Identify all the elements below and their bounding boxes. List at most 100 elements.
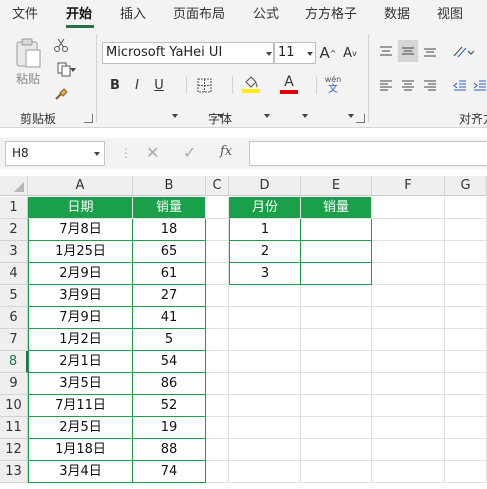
table-cell[interactable]: 3月5日 bbox=[28, 373, 133, 395]
cancel-icon[interactable]: ✕ bbox=[146, 143, 159, 162]
table-cell[interactable]: 27 bbox=[133, 285, 206, 307]
table-header-cell[interactable]: 月份 bbox=[229, 197, 301, 219]
table-cell[interactable]: 65 bbox=[133, 241, 206, 263]
empty-cell[interactable] bbox=[372, 263, 445, 285]
empty-cell[interactable] bbox=[445, 373, 487, 395]
column-header-b[interactable]: B bbox=[133, 176, 206, 196]
empty-cell[interactable] bbox=[372, 197, 445, 219]
table-cell[interactable]: 2 bbox=[229, 241, 301, 263]
empty-cell[interactable] bbox=[301, 373, 372, 395]
empty-cell[interactable] bbox=[206, 439, 229, 461]
table-cell[interactable]: 74 bbox=[133, 461, 206, 483]
table-cell[interactable] bbox=[301, 219, 372, 241]
font-launcher-icon[interactable] bbox=[356, 114, 365, 123]
empty-cell[interactable] bbox=[206, 373, 229, 395]
tab-ffgz[interactable]: 方方格子 bbox=[305, 0, 357, 30]
select-all-corner[interactable] bbox=[0, 176, 28, 196]
tab-formulas[interactable]: 公式 bbox=[253, 0, 279, 30]
row-header-11[interactable]: 11 bbox=[0, 417, 28, 439]
empty-cell[interactable] bbox=[206, 351, 229, 373]
empty-cell[interactable] bbox=[229, 395, 301, 417]
table-cell[interactable]: 1月18日 bbox=[28, 439, 133, 461]
empty-cell[interactable] bbox=[206, 219, 229, 241]
align-middle-button[interactable] bbox=[398, 40, 418, 62]
empty-cell[interactable] bbox=[445, 351, 487, 373]
decrease-indent-button[interactable] bbox=[450, 74, 470, 96]
tab-view[interactable]: 视图 bbox=[437, 0, 463, 30]
row-header-6[interactable]: 6 bbox=[0, 307, 28, 329]
empty-cell[interactable] bbox=[206, 285, 229, 307]
row-header-13[interactable]: 13 bbox=[0, 461, 28, 483]
table-cell[interactable]: 19 bbox=[133, 417, 206, 439]
empty-cell[interactable] bbox=[206, 241, 229, 263]
borders-button[interactable] bbox=[194, 74, 214, 96]
table-cell[interactable]: 18 bbox=[133, 219, 206, 241]
row-header-12[interactable]: 12 bbox=[0, 439, 28, 461]
empty-cell[interactable] bbox=[301, 307, 372, 329]
row-header-8[interactable]: 8 bbox=[0, 351, 28, 373]
copy-button[interactable] bbox=[52, 60, 76, 78]
formula-input[interactable] bbox=[249, 141, 487, 166]
phonetic-button[interactable]: wén 文 bbox=[322, 72, 344, 98]
chevron-down-icon[interactable] bbox=[264, 114, 270, 118]
row-header-4[interactable]: 4 bbox=[0, 263, 28, 285]
empty-cell[interactable] bbox=[372, 329, 445, 351]
table-header-cell[interactable]: 日期 bbox=[28, 197, 133, 219]
empty-cell[interactable] bbox=[206, 395, 229, 417]
empty-cell[interactable] bbox=[229, 439, 301, 461]
align-right-button[interactable] bbox=[420, 74, 440, 96]
tab-insert[interactable]: 插入 bbox=[120, 0, 146, 30]
empty-cell[interactable] bbox=[229, 351, 301, 373]
row-header-1[interactable]: 1 bbox=[0, 197, 28, 219]
insert-function-icon[interactable]: fx bbox=[220, 144, 232, 159]
grow-font-button[interactable]: A ^ bbox=[318, 42, 338, 64]
empty-cell[interactable] bbox=[206, 329, 229, 351]
empty-cell[interactable] bbox=[206, 197, 229, 219]
empty-cell[interactable] bbox=[206, 461, 229, 483]
table-header-cell[interactable]: 销量 bbox=[301, 197, 372, 219]
empty-cell[interactable] bbox=[445, 329, 487, 351]
empty-cell[interactable] bbox=[229, 417, 301, 439]
empty-cell[interactable] bbox=[372, 373, 445, 395]
column-header-d[interactable]: D bbox=[229, 176, 301, 196]
tab-page-layout[interactable]: 页面布局 bbox=[173, 0, 225, 30]
empty-cell[interactable] bbox=[206, 263, 229, 285]
table-cell[interactable]: 7月9日 bbox=[28, 307, 133, 329]
row-header-5[interactable]: 5 bbox=[0, 285, 28, 307]
empty-cell[interactable] bbox=[372, 285, 445, 307]
chevron-down-icon[interactable] bbox=[302, 114, 308, 118]
empty-cell[interactable] bbox=[445, 241, 487, 263]
table-cell[interactable]: 3月4日 bbox=[28, 461, 133, 483]
cut-button[interactable] bbox=[52, 36, 70, 54]
underline-button[interactable]: U bbox=[150, 74, 168, 96]
empty-cell[interactable] bbox=[301, 417, 372, 439]
table-cell[interactable]: 1月25日 bbox=[28, 241, 133, 263]
align-center-button[interactable] bbox=[398, 74, 418, 96]
table-cell[interactable]: 3月9日 bbox=[28, 285, 133, 307]
font-color-button[interactable]: A bbox=[278, 72, 300, 96]
table-cell[interactable]: 61 bbox=[133, 263, 206, 285]
tab-data[interactable]: 数据 bbox=[384, 0, 410, 30]
empty-cell[interactable] bbox=[301, 285, 372, 307]
empty-cell[interactable] bbox=[445, 285, 487, 307]
empty-cell[interactable] bbox=[445, 439, 487, 461]
orientation-button[interactable] bbox=[450, 40, 476, 62]
clipboard-launcher-icon[interactable] bbox=[84, 114, 93, 123]
empty-cell[interactable] bbox=[301, 395, 372, 417]
fill-color-button[interactable] bbox=[240, 72, 262, 96]
table-cell[interactable]: 41 bbox=[133, 307, 206, 329]
italic-button[interactable]: I bbox=[128, 74, 146, 96]
empty-cell[interactable] bbox=[372, 219, 445, 241]
table-cell[interactable]: 3 bbox=[229, 263, 301, 285]
table-cell[interactable]: 52 bbox=[133, 395, 206, 417]
empty-cell[interactable] bbox=[229, 285, 301, 307]
empty-cell[interactable] bbox=[301, 351, 372, 373]
empty-cell[interactable] bbox=[206, 307, 229, 329]
table-cell[interactable] bbox=[301, 263, 372, 285]
increase-indent-button[interactable] bbox=[472, 74, 487, 96]
table-cell[interactable]: 1 bbox=[229, 219, 301, 241]
column-header-a[interactable]: A bbox=[28, 176, 133, 196]
empty-cell[interactable] bbox=[301, 439, 372, 461]
chevron-down-icon[interactable] bbox=[172, 114, 178, 118]
empty-cell[interactable] bbox=[206, 417, 229, 439]
